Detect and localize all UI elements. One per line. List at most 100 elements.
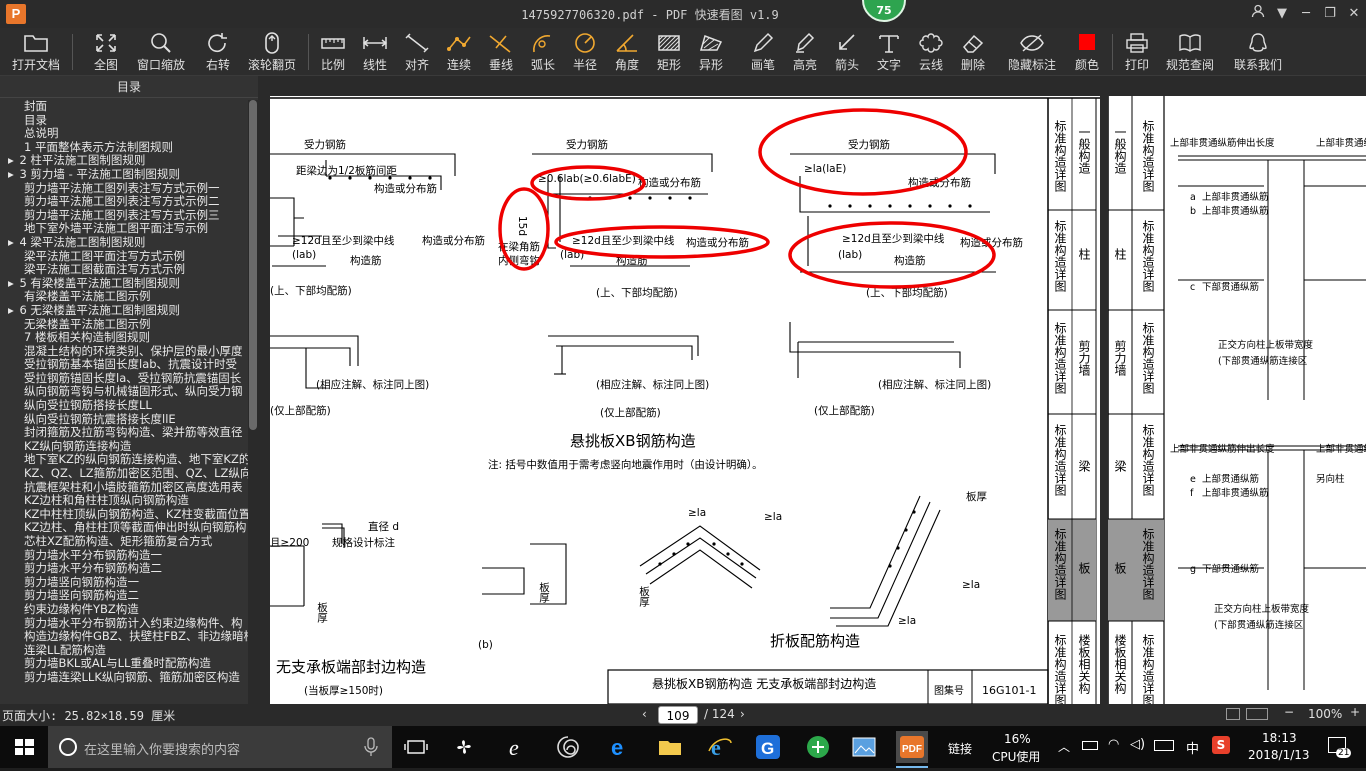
arc-length-button[interactable]: 弧长 <box>526 30 560 74</box>
document-viewer[interactable]: 标准构造详图 一般构造 标准构造详图 柱 标准构造详图 剪力墙 标准构造详图 梁… <box>258 76 1366 704</box>
expand-arrow-icon[interactable]: ▸ <box>8 154 17 167</box>
toc-item[interactable]: 封面 <box>0 100 248 114</box>
toc-item[interactable]: 纵向受拉钢筋搭接长度LL <box>0 399 248 413</box>
prev-page-button[interactable]: ‹ <box>642 707 647 721</box>
toc-item[interactable]: 芯柱XZ配筋构造、矩形箍筋复合方式 <box>0 535 248 549</box>
print-button[interactable]: 打印 <box>1120 30 1154 74</box>
toc-item[interactable]: 剪力墙水平分布钢筋计入约束边缘构件、构 <box>0 617 248 631</box>
toc-item[interactable]: KZ边柱和角柱柱顶纵向钢筋构造 <box>0 494 248 508</box>
scroll-page-button[interactable]: 滚轮翻页 <box>244 30 300 74</box>
photo-app-icon[interactable] <box>850 733 878 761</box>
search-box[interactable]: 在这里输入你要搜索的内容 <box>48 726 392 768</box>
toc-item[interactable]: 有梁楼盖平法施工图示例 <box>0 290 248 304</box>
toc-item[interactable]: 剪力墙竖向钢筋构造一 <box>0 576 248 590</box>
double-page-view-icon[interactable] <box>1246 708 1268 720</box>
toc-item[interactable]: 纵向钢筋弯钩与机械锚固形式、纵向受力钢 <box>0 385 248 399</box>
code-reference-button[interactable]: 规范查阅 <box>1162 30 1218 74</box>
toc-item[interactable]: 梁平法施工图截面注写方式示例 <box>0 263 248 277</box>
close-button[interactable]: ✕ <box>1344 4 1364 24</box>
angle-button[interactable]: 角度 <box>610 30 644 74</box>
toc-item[interactable]: 连梁LL配筋构造 <box>0 644 248 658</box>
text-button[interactable]: 文字 <box>872 30 906 74</box>
sogou-ime-icon[interactable]: S <box>1212 736 1230 754</box>
pen-button[interactable]: 画笔 <box>746 30 780 74</box>
hide-annotations-button[interactable]: 隐藏标注 <box>1004 30 1060 74</box>
toc-item[interactable]: 剪力墙水平分布钢筋构造一 <box>0 549 248 563</box>
tray-expand-icon[interactable]: ︿ <box>1058 738 1070 755</box>
toc-scrollbar-thumb[interactable] <box>249 100 257 430</box>
linear-button[interactable]: 线性 <box>358 30 392 74</box>
open-document-button[interactable]: 打开文档 <box>8 30 64 74</box>
toc-item[interactable]: 1 平面整体表示方法制图规则 <box>0 141 248 155</box>
toc-item[interactable]: 纵向受拉钢筋抗震搭接长度llE <box>0 413 248 427</box>
menu-dropdown-icon[interactable]: ▼ <box>1272 4 1292 24</box>
toc-item[interactable]: KZ边柱、角柱柱顶等截面伸出时纵向钢筋构 <box>0 521 248 535</box>
annotation-ellipse[interactable] <box>758 108 968 196</box>
g-app-icon[interactable]: G <box>754 733 782 761</box>
toc-item[interactable]: 目录 <box>0 114 248 128</box>
page-number-input[interactable]: 109 <box>658 706 698 724</box>
contact-us-button[interactable]: 联系我们 <box>1230 30 1286 74</box>
clock-time[interactable]: 18:13 <box>1262 731 1297 745</box>
toc-item[interactable]: ▸ 5 有梁楼盖平法施工图制图规则 <box>0 277 248 291</box>
restore-button[interactable]: ❐ <box>1320 4 1340 24</box>
zoom-out-button[interactable]: − <box>1284 705 1294 719</box>
expand-arrow-icon[interactable]: ▸ <box>8 236 17 249</box>
irregular-shape-button[interactable]: 异形 <box>694 30 728 74</box>
toc-item[interactable]: KZ、QZ、LZ箍筋加密区范围、QZ、LZ纵向钢 <box>0 467 248 481</box>
green-app-icon[interactable] <box>804 733 832 761</box>
toc-item[interactable]: ▸ 3 剪力墙 - 平法施工图制图规则 <box>0 168 248 182</box>
rotate-right-button[interactable]: 右转 <box>198 30 238 74</box>
toc-item[interactable]: KZ纵向钢筋连接构造 <box>0 440 248 454</box>
file-explorer-icon[interactable] <box>656 733 684 761</box>
toc-item[interactable]: ▸ 4 梁平法施工图制图规则 <box>0 236 248 250</box>
radius-button[interactable]: 半径 <box>568 30 602 74</box>
next-page-button[interactable]: › <box>740 707 745 721</box>
continuous-button[interactable]: 连续 <box>442 30 476 74</box>
spiral-app-icon[interactable] <box>554 733 582 761</box>
toc-item[interactable]: 地下室KZ的纵向钢筋连接构造、地下室KZ的 <box>0 453 248 467</box>
toc-item[interactable]: 剪力墙平法施工图列表注写方式示例三 <box>0 209 248 223</box>
zoom-in-button[interactable]: + <box>1350 705 1360 719</box>
user-icon[interactable] <box>1248 4 1268 24</box>
cloud-line-button[interactable]: 云线 <box>914 30 948 74</box>
links-toolbar-label[interactable]: 链接 <box>948 740 972 757</box>
toc-item[interactable]: 混凝土结构的环境类别、保护层的最小厚度 <box>0 345 248 359</box>
toc-item[interactable]: 约束边缘构件YBZ构造 <box>0 603 248 617</box>
toc-item[interactable]: 剪力墙平法施工图列表注写方式示例一 <box>0 182 248 196</box>
toc-item[interactable]: 剪力墙水平分布钢筋构造二 <box>0 562 248 576</box>
task-view-icon[interactable] <box>402 733 430 761</box>
battery-icon[interactable] <box>1082 741 1098 750</box>
color-button[interactable]: 颜色 <box>1070 30 1104 74</box>
toc-item[interactable]: 剪力墙平法施工图列表注写方式示例二 <box>0 195 248 209</box>
volume-icon[interactable]: ◁) <box>1130 737 1145 752</box>
ie-legacy-icon[interactable]: e <box>504 733 532 761</box>
pinwheel-app-icon[interactable] <box>450 733 478 761</box>
toc-item[interactable]: 地下室外墙平法施工图平面注写示例 <box>0 222 248 236</box>
toc-item[interactable]: 构造边缘构件GBZ、扶壁柱FBZ、非边缘暗柱 <box>0 630 248 644</box>
toc-scrollbar[interactable] <box>248 100 258 704</box>
window-zoom-button[interactable]: 窗口缩放 <box>134 30 188 74</box>
rectangle-button[interactable]: 矩形 <box>652 30 686 74</box>
expand-arrow-icon[interactable]: ▸ <box>8 168 17 181</box>
single-page-view-icon[interactable] <box>1226 708 1240 720</box>
start-button[interactable] <box>0 726 48 768</box>
arrow-button[interactable]: 箭头 <box>830 30 864 74</box>
clock-date[interactable]: 2018/1/13 <box>1248 748 1310 762</box>
expand-arrow-icon[interactable]: ▸ <box>8 304 17 317</box>
toc-item[interactable]: 抗震框架柱和小墙肢箍筋加密区高度选用表 <box>0 481 248 495</box>
toc-item[interactable]: 剪力墙连梁LLK纵向钢筋、箍筋加密区构造 <box>0 671 248 685</box>
pdf-viewer-taskbar-icon[interactable]: PDF <box>896 731 928 763</box>
microphone-icon[interactable] <box>364 737 378 757</box>
network-icon[interactable]: ◠ <box>1108 737 1119 752</box>
internet-explorer-icon[interactable]: e <box>706 733 734 761</box>
toc-item[interactable]: 7 楼板相关构造制图规则 <box>0 331 248 345</box>
toc-item[interactable]: 总说明 <box>0 127 248 141</box>
delete-button[interactable]: 删除 <box>956 30 990 74</box>
toc-item[interactable]: 梁平法施工图平面注写方式示例 <box>0 250 248 264</box>
ime-indicator[interactable]: 中 <box>1186 738 1199 757</box>
minimize-button[interactable]: ─ <box>1296 4 1316 24</box>
fit-page-button[interactable]: 全图 <box>86 30 126 74</box>
highlight-button[interactable]: 高亮 <box>788 30 822 74</box>
toc-item[interactable]: 无梁楼盖平法施工图示例 <box>0 318 248 332</box>
